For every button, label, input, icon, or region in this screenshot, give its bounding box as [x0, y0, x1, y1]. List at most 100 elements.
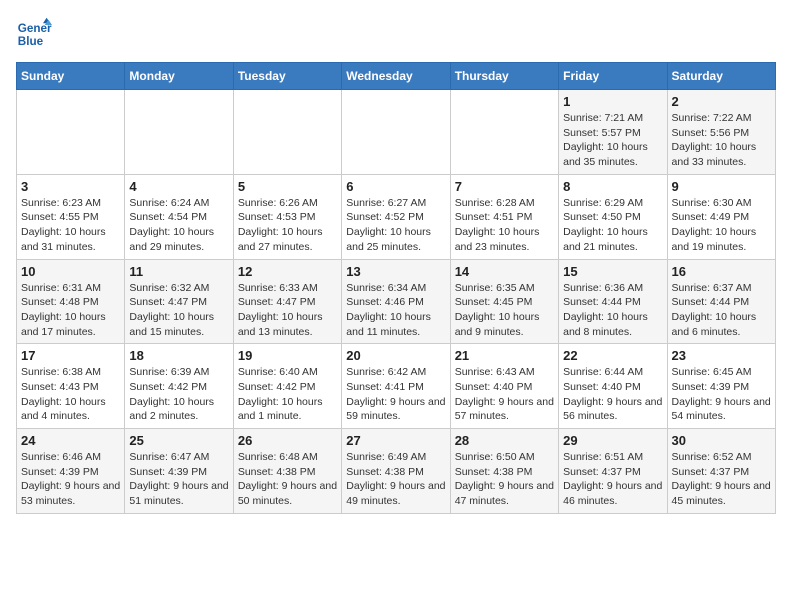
calendar-cell: 4 Sunrise: 6:24 AMSunset: 4:54 PMDaylight…	[125, 174, 233, 259]
day-info: Sunrise: 6:37 AMSunset: 4:44 PMDaylight:…	[672, 281, 771, 340]
calendar-cell: 8 Sunrise: 6:29 AMSunset: 4:50 PMDaylight…	[559, 174, 667, 259]
day-header-monday: Monday	[125, 63, 233, 90]
day-number: 11	[129, 264, 228, 279]
day-number: 21	[455, 348, 554, 363]
day-header-thursday: Thursday	[450, 63, 558, 90]
day-number: 6	[346, 179, 445, 194]
day-info: Sunrise: 6:44 AMSunset: 4:40 PMDaylight:…	[563, 365, 662, 424]
calendar-cell: 13 Sunrise: 6:34 AMSunset: 4:46 PMDayligh…	[342, 259, 450, 344]
day-number: 27	[346, 433, 445, 448]
day-info: Sunrise: 6:31 AMSunset: 4:48 PMDaylight:…	[21, 281, 120, 340]
day-number: 4	[129, 179, 228, 194]
calendar-week-row: 1 Sunrise: 7:21 AMSunset: 5:57 PMDaylight…	[17, 90, 776, 175]
calendar-cell	[342, 90, 450, 175]
logo-icon: General Blue	[16, 16, 52, 52]
calendar-cell: 25Sunrise: 6:47 AMSunset: 4:39 PMDayligh…	[125, 429, 233, 514]
calendar-week-row: 17 Sunrise: 6:38 AMSunset: 4:43 PMDayligh…	[17, 344, 776, 429]
day-number: 20	[346, 348, 445, 363]
calendar-cell: 21Sunrise: 6:43 AMSunset: 4:40 PMDayligh…	[450, 344, 558, 429]
calendar-cell: 17 Sunrise: 6:38 AMSunset: 4:43 PMDayligh…	[17, 344, 125, 429]
calendar-cell: 18 Sunrise: 6:39 AMSunset: 4:42 PMDayligh…	[125, 344, 233, 429]
day-header-wednesday: Wednesday	[342, 63, 450, 90]
day-number: 19	[238, 348, 337, 363]
calendar-cell	[125, 90, 233, 175]
day-header-friday: Friday	[559, 63, 667, 90]
day-number: 24	[21, 433, 120, 448]
calendar-cell: 27 Sunrise: 6:49 AMSunset: 4:38 PMDayligh…	[342, 429, 450, 514]
day-info: Sunrise: 6:29 AMSunset: 4:50 PMDaylight:…	[563, 196, 662, 255]
calendar-cell: 19 Sunrise: 6:40 AMSunset: 4:42 PMDayligh…	[233, 344, 341, 429]
day-number: 7	[455, 179, 554, 194]
calendar-cell	[17, 90, 125, 175]
calendar-table: SundayMondayTuesdayWednesdayThursdayFrid…	[16, 62, 776, 514]
day-number: 30	[672, 433, 771, 448]
calendar-cell: 10 Sunrise: 6:31 AMSunset: 4:48 PMDayligh…	[17, 259, 125, 344]
calendar-week-row: 24 Sunrise: 6:46 AMSunset: 4:39 PMDayligh…	[17, 429, 776, 514]
calendar-week-row: 3 Sunrise: 6:23 AMSunset: 4:55 PMDaylight…	[17, 174, 776, 259]
calendar-cell: 14Sunrise: 6:35 AMSunset: 4:45 PMDayligh…	[450, 259, 558, 344]
day-number: 1	[563, 94, 662, 109]
day-number: 14	[455, 264, 554, 279]
calendar-cell: 24 Sunrise: 6:46 AMSunset: 4:39 PMDayligh…	[17, 429, 125, 514]
calendar-cell: 16Sunrise: 6:37 AMSunset: 4:44 PMDayligh…	[667, 259, 775, 344]
calendar-cell: 28 Sunrise: 6:50 AMSunset: 4:38 PMDayligh…	[450, 429, 558, 514]
svg-text:Blue: Blue	[18, 35, 44, 48]
day-info: Sunrise: 6:34 AMSunset: 4:46 PMDaylight:…	[346, 281, 445, 340]
day-info: Sunrise: 6:26 AMSunset: 4:53 PMDaylight:…	[238, 196, 337, 255]
day-info: Sunrise: 6:50 AMSunset: 4:38 PMDaylight:…	[455, 450, 554, 509]
calendar-cell: 22 Sunrise: 6:44 AMSunset: 4:40 PMDayligh…	[559, 344, 667, 429]
day-info: Sunrise: 6:48 AMSunset: 4:38 PMDaylight:…	[238, 450, 337, 509]
day-info: Sunrise: 6:51 AMSunset: 4:37 PMDaylight:…	[563, 450, 662, 509]
day-info: Sunrise: 7:21 AMSunset: 5:57 PMDaylight:…	[563, 111, 662, 170]
day-number: 22	[563, 348, 662, 363]
day-number: 28	[455, 433, 554, 448]
day-info: Sunrise: 6:47 AMSunset: 4:39 PMDaylight:…	[129, 450, 228, 509]
day-info: Sunrise: 6:46 AMSunset: 4:39 PMDaylight:…	[21, 450, 120, 509]
calendar-cell: 20 Sunrise: 6:42 AMSunset: 4:41 PMDayligh…	[342, 344, 450, 429]
day-number: 17	[21, 348, 120, 363]
calendar-cell: 26Sunrise: 6:48 AMSunset: 4:38 PMDayligh…	[233, 429, 341, 514]
day-info: Sunrise: 6:27 AMSunset: 4:52 PMDaylight:…	[346, 196, 445, 255]
day-info: Sunrise: 6:38 AMSunset: 4:43 PMDaylight:…	[21, 365, 120, 424]
day-number: 9	[672, 179, 771, 194]
day-number: 23	[672, 348, 771, 363]
day-number: 13	[346, 264, 445, 279]
calendar-cell: 30Sunrise: 6:52 AMSunset: 4:37 PMDayligh…	[667, 429, 775, 514]
calendar-cell: 5 Sunrise: 6:26 AMSunset: 4:53 PMDaylight…	[233, 174, 341, 259]
day-number: 18	[129, 348, 228, 363]
day-info: Sunrise: 6:42 AMSunset: 4:41 PMDaylight:…	[346, 365, 445, 424]
day-info: Sunrise: 6:32 AMSunset: 4:47 PMDaylight:…	[129, 281, 228, 340]
calendar-cell: 9 Sunrise: 6:30 AMSunset: 4:49 PMDaylight…	[667, 174, 775, 259]
day-info: Sunrise: 6:36 AMSunset: 4:44 PMDaylight:…	[563, 281, 662, 340]
day-info: Sunrise: 6:30 AMSunset: 4:49 PMDaylight:…	[672, 196, 771, 255]
day-number: 2	[672, 94, 771, 109]
day-info: Sunrise: 6:45 AMSunset: 4:39 PMDaylight:…	[672, 365, 771, 424]
day-header-sunday: Sunday	[17, 63, 125, 90]
day-info: Sunrise: 6:39 AMSunset: 4:42 PMDaylight:…	[129, 365, 228, 424]
day-number: 8	[563, 179, 662, 194]
day-number: 12	[238, 264, 337, 279]
calendar-cell: 7Sunrise: 6:28 AMSunset: 4:51 PMDaylight…	[450, 174, 558, 259]
calendar-cell	[450, 90, 558, 175]
day-info: Sunrise: 6:23 AMSunset: 4:55 PMDaylight:…	[21, 196, 120, 255]
page-header: General Blue	[16, 16, 776, 52]
day-number: 15	[563, 264, 662, 279]
day-info: Sunrise: 6:49 AMSunset: 4:38 PMDaylight:…	[346, 450, 445, 509]
calendar-cell: 2 Sunrise: 7:22 AMSunset: 5:56 PMDaylight…	[667, 90, 775, 175]
day-info: Sunrise: 6:40 AMSunset: 4:42 PMDaylight:…	[238, 365, 337, 424]
day-number: 29	[563, 433, 662, 448]
day-header-tuesday: Tuesday	[233, 63, 341, 90]
day-info: Sunrise: 6:24 AMSunset: 4:54 PMDaylight:…	[129, 196, 228, 255]
day-info: Sunrise: 6:33 AMSunset: 4:47 PMDaylight:…	[238, 281, 337, 340]
calendar-cell: 15 Sunrise: 6:36 AMSunset: 4:44 PMDayligh…	[559, 259, 667, 344]
calendar-cell: 1 Sunrise: 7:21 AMSunset: 5:57 PMDaylight…	[559, 90, 667, 175]
calendar-header-row: SundayMondayTuesdayWednesdayThursdayFrid…	[17, 63, 776, 90]
day-number: 10	[21, 264, 120, 279]
calendar-cell: 29 Sunrise: 6:51 AMSunset: 4:37 PMDayligh…	[559, 429, 667, 514]
calendar-cell: 12 Sunrise: 6:33 AMSunset: 4:47 PMDayligh…	[233, 259, 341, 344]
day-number: 5	[238, 179, 337, 194]
logo: General Blue	[16, 16, 52, 52]
day-number: 3	[21, 179, 120, 194]
day-info: Sunrise: 7:22 AMSunset: 5:56 PMDaylight:…	[672, 111, 771, 170]
calendar-cell: 3 Sunrise: 6:23 AMSunset: 4:55 PMDaylight…	[17, 174, 125, 259]
